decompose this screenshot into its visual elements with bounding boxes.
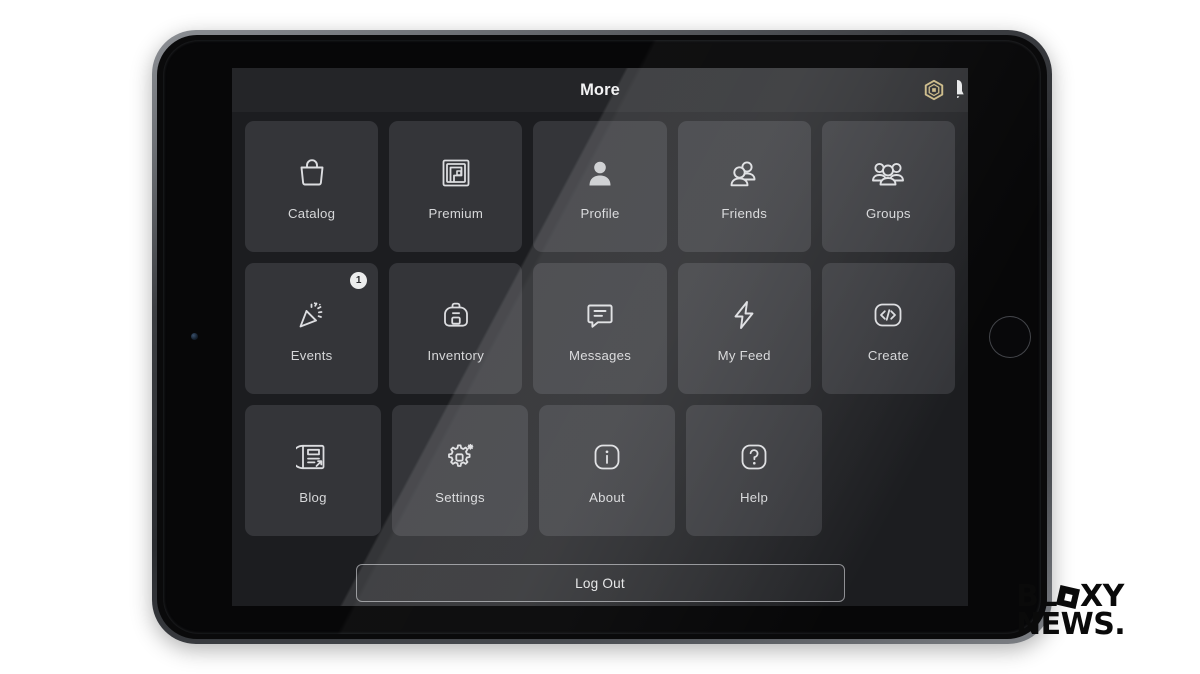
app-screen: More Catalog Premium Profile Friends Gro…: [232, 68, 968, 606]
tile-premium[interactable]: Premium: [389, 121, 523, 252]
tile-profile[interactable]: Profile: [533, 121, 667, 252]
tile-friends[interactable]: Friends: [677, 121, 811, 252]
shopping-bag-icon: [292, 153, 332, 193]
premium-spiral-icon: [436, 153, 476, 193]
tile-help[interactable]: Help: [686, 405, 822, 536]
tile-label: Inventory: [427, 347, 485, 363]
status-badge: 1: [350, 272, 368, 289]
tile-label: Settings: [435, 489, 485, 505]
lightning-bolt-icon: [724, 295, 764, 335]
tile-label: Catalog: [287, 205, 336, 221]
roblox-square-icon: [1056, 584, 1081, 609]
tile-settings[interactable]: Settings: [392, 405, 528, 536]
tile-label: Blog: [299, 489, 327, 505]
info-icon: [587, 437, 627, 477]
tile-label: Groups: [866, 205, 911, 221]
bloxy-news-watermark: BL XY NEWS.: [1016, 579, 1126, 642]
page-title: More: [580, 80, 620, 99]
front-camera-icon: [191, 333, 198, 340]
menu-row: 1 Events Inventory Messages My Feed Crea…: [245, 263, 956, 394]
friends-icon: [724, 153, 764, 193]
tile-blog[interactable]: Blog: [245, 405, 381, 536]
menu-row: Blog Settings About Help: [245, 405, 955, 536]
log-out-button[interactable]: Log Out: [355, 564, 845, 602]
tile-catalog[interactable]: Catalog: [245, 121, 379, 252]
tile-label: About: [589, 489, 625, 505]
tile-label: My Feed: [717, 347, 771, 363]
tile-events[interactable]: 1 Events: [245, 263, 379, 394]
header-actions: [923, 68, 968, 112]
robux-hexagon-icon[interactable]: [923, 79, 945, 101]
watermark-text-xy: XY: [1079, 579, 1124, 614]
code-brackets-icon: [868, 295, 908, 335]
tile-label: Friends: [721, 205, 768, 221]
tile-create[interactable]: Create: [821, 263, 956, 394]
backpack-icon: [436, 295, 476, 335]
tile-label: Create: [867, 347, 909, 363]
menu-grid: Catalog Premium Profile Friends Groups 1…: [232, 112, 968, 536]
message-icon: [580, 295, 620, 335]
blog-document-icon: [293, 437, 333, 477]
tile-my-feed[interactable]: My Feed: [677, 263, 811, 394]
gear-sparkle-icon: [440, 437, 480, 477]
tile-groups[interactable]: Groups: [821, 121, 956, 252]
tile-label: Profile: [580, 205, 620, 221]
party-popper-icon: [292, 295, 332, 335]
tile-about[interactable]: About: [539, 405, 675, 536]
groups-icon: [868, 153, 908, 193]
tile-messages[interactable]: Messages: [533, 263, 667, 394]
home-button[interactable]: [989, 316, 1031, 358]
tile-label: Premium: [428, 205, 484, 221]
logout-area: Log Out: [232, 547, 968, 602]
app-header: More: [232, 68, 968, 112]
watermark-text-bl: BL: [1016, 579, 1057, 614]
tile-label: Messages: [568, 347, 632, 363]
question-mark-icon: [734, 437, 774, 477]
notification-bell-icon[interactable]: [957, 77, 968, 103]
menu-row: Catalog Premium Profile Friends Groups: [245, 121, 956, 252]
tile-label: Events: [290, 347, 333, 363]
person-icon: [580, 153, 620, 193]
tile-inventory[interactable]: Inventory: [389, 263, 523, 394]
tile-label: Help: [739, 489, 769, 505]
watermark-line-2: NEWS.: [1016, 606, 1126, 642]
screenshot-root: More Catalog Premium Profile Friends Gro…: [0, 0, 1200, 674]
watermark-line-1: BL XY: [1016, 579, 1125, 614]
